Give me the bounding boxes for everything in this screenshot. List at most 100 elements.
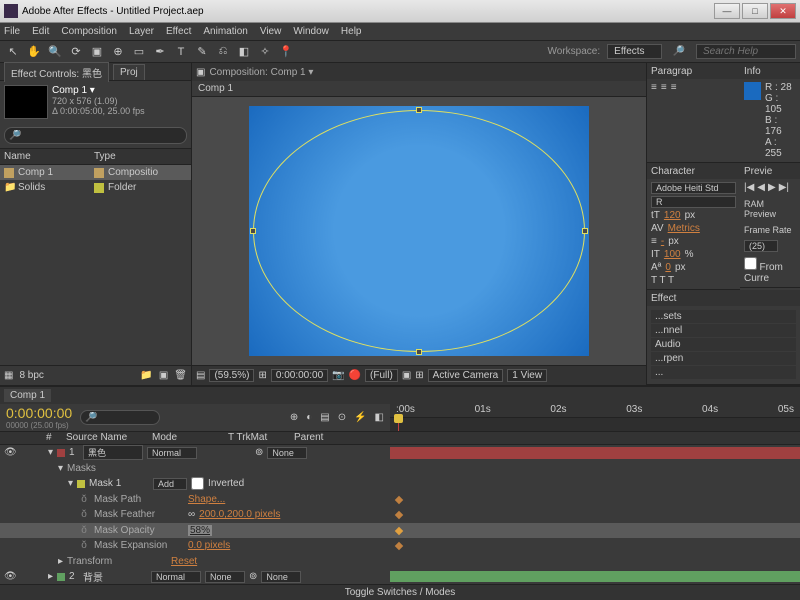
align-right-icon[interactable]: ≡: [671, 82, 677, 93]
eraser-tool-icon[interactable]: ◧: [235, 43, 253, 61]
mask-feather-row[interactable]: ŏMask Feather∞ 200.0,200.0 pixels: [0, 507, 800, 522]
stopwatch-icon[interactable]: ŏ: [78, 494, 90, 505]
tracking-value[interactable]: -: [661, 236, 664, 247]
mask-handle-bottom[interactable]: [416, 349, 422, 355]
time-ruler[interactable]: :00s 01s 02s 03s 04s 05s: [390, 404, 800, 418]
zoom-icon[interactable]: ▤: [196, 370, 205, 381]
mask-inverted-checkbox[interactable]: [191, 477, 204, 490]
comp-breadcrumb[interactable]: Comp 1: [198, 83, 233, 94]
camera-dropdown[interactable]: Active Camera: [428, 369, 504, 382]
effect-cat-nnel[interactable]: ...nnel: [651, 324, 796, 337]
layer-2-parent[interactable]: None: [261, 571, 301, 583]
mask-1-row[interactable]: ▾ Mask 1 Add Inverted: [0, 476, 800, 491]
menu-edit[interactable]: Edit: [32, 26, 49, 37]
comp-time[interactable]: 0:00:00:00: [271, 369, 328, 382]
prev-frame-icon[interactable]: ◀: [757, 182, 765, 193]
comp-tab-prefix[interactable]: Composition: Comp 1 ▾: [209, 67, 313, 78]
framerate-dropdown[interactable]: (25): [744, 240, 778, 252]
panbehind-tool-icon[interactable]: ⊕: [109, 43, 127, 61]
views-dropdown[interactable]: 1 View: [507, 369, 547, 382]
composition-viewport[interactable]: [192, 97, 646, 365]
comp-time-icon[interactable]: ⊞: [258, 370, 266, 381]
workspace-dropdown[interactable]: Effects: [607, 44, 661, 59]
kerning-value[interactable]: Metrics: [668, 223, 700, 234]
layer-2-bar[interactable]: [390, 571, 800, 582]
menu-help[interactable]: Help: [341, 26, 362, 37]
first-frame-icon[interactable]: |◀: [744, 182, 754, 193]
tl-tool-icon[interactable]: ⊕: [290, 412, 298, 423]
canvas[interactable]: [249, 106, 589, 356]
masks-group-row[interactable]: ▾Masks: [0, 461, 800, 476]
mask-handle-top[interactable]: [416, 107, 422, 113]
mask-handle-left[interactable]: [250, 228, 256, 234]
comp-name[interactable]: Comp 1 ▾: [52, 85, 145, 96]
selection-tool-icon[interactable]: ↖: [4, 43, 22, 61]
menu-view[interactable]: View: [260, 26, 282, 37]
mask-feather-value[interactable]: 200.0,200.0 pixels: [199, 509, 280, 520]
puppet-tool-icon[interactable]: 📍: [277, 43, 295, 61]
menu-composition[interactable]: Composition: [61, 26, 117, 37]
tl-tool-icon[interactable]: ◧: [375, 412, 384, 423]
tl-tool-icon[interactable]: ⚡: [354, 412, 366, 423]
next-frame-icon[interactable]: ▶|: [779, 182, 789, 193]
keyframe-icon[interactable]: [395, 511, 403, 519]
tl-tool-icon[interactable]: ⊙: [338, 412, 346, 423]
align-center-icon[interactable]: ≡: [661, 82, 667, 93]
rotate-tool-icon[interactable]: ⟳: [67, 43, 85, 61]
tl-tool-icon[interactable]: ▤: [320, 412, 329, 423]
timecode[interactable]: 0:00:00:00: [6, 405, 72, 421]
parent-pick-icon[interactable]: ⊚: [249, 571, 257, 582]
footage-icon[interactable]: ▣: [196, 67, 205, 78]
new-folder-icon[interactable]: 📁: [140, 370, 152, 381]
current-time-indicator[interactable]: [398, 418, 399, 430]
baseline-value[interactable]: 0: [665, 262, 671, 273]
search-help-input[interactable]: [696, 44, 796, 59]
preview-panel-title[interactable]: Previe: [744, 166, 772, 177]
effects-panel-title[interactable]: Effect: [651, 293, 676, 304]
stopwatch-icon[interactable]: ŏ: [78, 525, 90, 536]
interpret-icon[interactable]: ▦: [4, 370, 13, 381]
character-panel-title[interactable]: Character: [651, 166, 695, 177]
layer-1-mode[interactable]: Normal: [147, 447, 197, 459]
new-comp-icon[interactable]: ▣: [159, 370, 168, 381]
shape-tool-icon[interactable]: ▭: [130, 43, 148, 61]
menu-animation[interactable]: Animation: [203, 26, 247, 37]
minimize-button[interactable]: —: [714, 3, 740, 19]
effect-cat-rpen[interactable]: ...rpen: [651, 352, 796, 365]
mask-expansion-row[interactable]: ŏMask Expansion0.0 pixels: [0, 538, 800, 553]
layer-1-parent[interactable]: None: [267, 447, 307, 459]
link-icon[interactable]: ∞: [188, 509, 195, 520]
menu-layer[interactable]: Layer: [129, 26, 154, 37]
stopwatch-icon[interactable]: ŏ: [78, 540, 90, 551]
align-left-icon[interactable]: ≡: [651, 82, 657, 93]
layer-2-mode[interactable]: Normal: [151, 571, 201, 583]
font-style-dropdown[interactable]: R: [651, 196, 736, 208]
tl-tool-icon[interactable]: ◐: [306, 412, 312, 423]
from-current-checkbox[interactable]: [744, 257, 757, 270]
roto-tool-icon[interactable]: ✧: [256, 43, 274, 61]
project-search-input[interactable]: [4, 127, 187, 144]
mask-expansion-value[interactable]: 0.0 pixels: [188, 540, 230, 551]
menu-effect[interactable]: Effect: [166, 26, 191, 37]
mask-opacity-value[interactable]: 58%: [188, 525, 212, 536]
vscale-value[interactable]: 100: [664, 249, 681, 260]
grid-icon[interactable]: ⊞: [415, 370, 423, 381]
snapshot-icon[interactable]: 📷: [332, 370, 344, 381]
effect-cat-more[interactable]: ...: [651, 366, 796, 379]
trash-icon[interactable]: 🗑: [174, 370, 187, 381]
eye-icon[interactable]: 👁: [4, 571, 16, 582]
timeline-search[interactable]: [80, 410, 160, 425]
mask-path-value[interactable]: Shape...: [188, 494, 225, 505]
timeline-tab[interactable]: Comp 1: [4, 389, 51, 402]
project-row-solids[interactable]: 📁 Solids Folder: [0, 180, 191, 195]
hand-tool-icon[interactable]: ✋: [25, 43, 43, 61]
transform-reset[interactable]: Reset: [171, 556, 197, 567]
parent-pick-icon[interactable]: ⊚: [255, 447, 263, 458]
eye-icon[interactable]: 👁: [4, 447, 16, 458]
col-type[interactable]: Type: [94, 151, 116, 162]
font-family-dropdown[interactable]: Adobe Heiti Std: [651, 182, 736, 194]
layer-2-trkmat[interactable]: None: [205, 571, 245, 583]
keyframe-icon[interactable]: [395, 542, 403, 550]
effect-controls-tab[interactable]: Effect Controls: 黑色: [4, 62, 109, 82]
mask-opacity-row[interactable]: ŏMask Opacity58%: [0, 523, 800, 538]
